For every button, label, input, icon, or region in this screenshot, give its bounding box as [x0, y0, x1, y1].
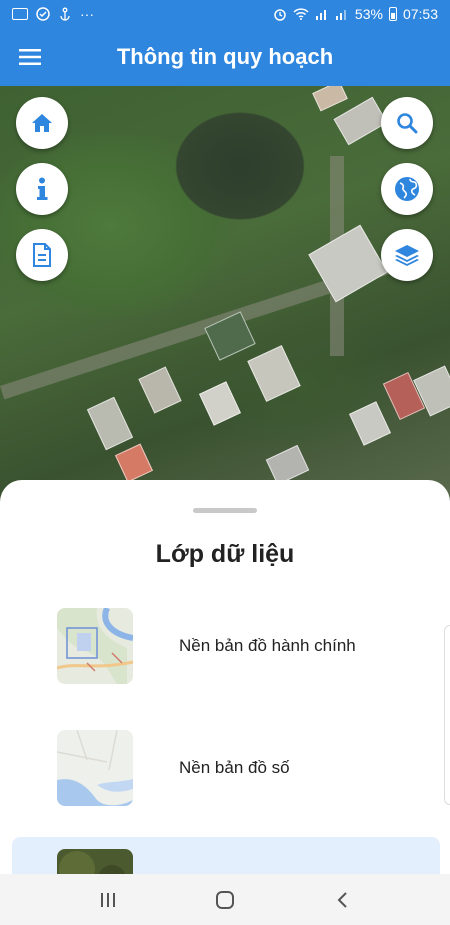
globe-icon	[395, 177, 419, 201]
info-button[interactable]	[16, 163, 68, 215]
status-bar: ··· 53% 07:53	[0, 0, 450, 28]
home-button-icon	[215, 890, 234, 909]
home-nav-button[interactable]	[205, 880, 245, 920]
map-view[interactable]	[0, 86, 450, 506]
hamburger-menu-icon	[19, 49, 41, 65]
tile-app-icon	[12, 8, 28, 20]
map-building	[333, 96, 388, 146]
scroll-indicator	[444, 625, 450, 805]
layers-button[interactable]	[381, 229, 433, 281]
layer-item-satellite[interactable]	[12, 837, 440, 875]
map-building	[114, 443, 154, 483]
menu-button[interactable]	[0, 28, 60, 86]
recent-apps-icon	[101, 892, 116, 907]
sheet-title: Lớp dữ liệu	[155, 540, 295, 568]
home-button[interactable]	[16, 97, 68, 149]
alarm-icon	[274, 9, 286, 21]
battery-percent: 53%	[354, 6, 383, 22]
back-icon	[337, 891, 347, 908]
layer-thumbnail	[57, 849, 133, 875]
check-circle-icon	[36, 7, 50, 21]
map-building	[138, 366, 182, 414]
search-button[interactable]	[381, 97, 433, 149]
map-building	[199, 381, 241, 426]
battery-icon	[388, 7, 397, 21]
anchor-icon	[60, 7, 70, 21]
layer-item-administrative[interactable]: Nền bản đồ hành chính	[12, 592, 440, 700]
system-nav-bar	[0, 874, 450, 925]
clock: 07:53	[402, 6, 438, 22]
signal-2-icon	[335, 10, 346, 20]
status-icons-left: ···	[12, 6, 94, 22]
map-building	[247, 345, 301, 402]
signal-icon	[315, 10, 326, 20]
status-icons-right: 53% 07:53	[273, 6, 438, 22]
recent-apps-button[interactable]	[88, 880, 128, 920]
map-building	[349, 401, 391, 446]
map-building	[312, 86, 348, 112]
sheet-drag-handle[interactable]	[193, 508, 257, 513]
layer-item-digital[interactable]: Nền bản đồ số	[12, 714, 440, 822]
wifi-icon	[293, 8, 309, 20]
layer-thumbnail	[57, 608, 133, 684]
globe-button[interactable]	[381, 163, 433, 215]
info-icon	[37, 177, 48, 200]
more-dots-icon: ···	[80, 6, 94, 22]
layer-bottom-sheet: Lớp dữ liệu Nền bản đồ hành chính Nền bả…	[0, 480, 450, 875]
page-title: Thông tin quy hoạch	[116, 44, 334, 69]
search-icon	[397, 113, 418, 134]
layer-label: Nền bản đồ số	[179, 758, 290, 777]
layer-label: Nền bản đồ hành chính	[179, 636, 356, 655]
home-icon	[32, 114, 52, 132]
document-icon	[33, 243, 51, 267]
map-building	[86, 396, 134, 451]
back-button[interactable]	[322, 880, 362, 920]
layer-thumbnail	[57, 730, 133, 806]
document-button[interactable]	[16, 229, 68, 281]
layers-icon	[395, 245, 419, 266]
app-bar: Thông tin quy hoạch	[0, 28, 450, 86]
